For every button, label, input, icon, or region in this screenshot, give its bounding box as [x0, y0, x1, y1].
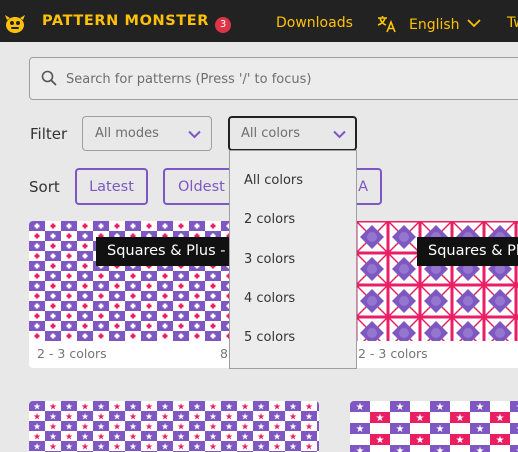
- dropdown-option-5-colors[interactable]: 5 colors: [244, 330, 295, 345]
- search-input[interactable]: [66, 69, 506, 89]
- dropdown-option-4-colors[interactable]: 4 colors: [244, 291, 295, 306]
- card-color-count: 2 - 3 colors: [37, 346, 107, 361]
- filter-label: Filter: [30, 125, 68, 143]
- chevron-down-icon: [188, 130, 201, 139]
- modes-select[interactable]: All modes: [82, 116, 212, 151]
- brand-title[interactable]: PATTERN MONSTER: [42, 13, 209, 29]
- pattern-card[interactable]: ★ ★: [350, 401, 518, 452]
- colors-select-value: All colors: [241, 126, 301, 141]
- modes-select-value: All modes: [95, 126, 159, 141]
- search-bar[interactable]: [29, 57, 518, 100]
- dropdown-option-3-colors[interactable]: 3 colors: [244, 252, 295, 267]
- downloads-link[interactable]: Downloads: [276, 15, 353, 31]
- chevron-down-icon[interactable]: [467, 18, 481, 28]
- colors-dropdown-menu: All colors 2 colors 3 colors 4 colors 5 …: [229, 150, 357, 369]
- translate-icon[interactable]: [377, 15, 397, 33]
- nav-link-truncated[interactable]: Tw: [507, 15, 518, 31]
- chevron-down-icon: [333, 130, 346, 139]
- search-icon: [41, 70, 57, 86]
- notification-badge[interactable]: 3: [215, 17, 231, 33]
- sort-latest-button[interactable]: Latest: [75, 168, 148, 205]
- card-meta-right: 8: [220, 346, 228, 361]
- language-selector[interactable]: English: [409, 17, 460, 33]
- colors-select[interactable]: All colors: [228, 116, 357, 151]
- card-color-count: 2 - 3 colors: [358, 346, 428, 361]
- top-navbar: PATTERN MONSTER 3 Downloads English Tw: [0, 0, 518, 42]
- dropdown-option-2-colors[interactable]: 2 colors: [244, 212, 295, 227]
- pattern-preview[interactable]: ★ ★ ★ ★: [29, 401, 319, 452]
- sort-label: Sort: [29, 178, 60, 196]
- dropdown-option-all-colors[interactable]: All colors: [244, 173, 303, 188]
- monster-logo-icon[interactable]: [4, 14, 26, 34]
- card-title[interactable]: Squares & Pl: [417, 237, 518, 266]
- pattern-card[interactable]: ★ ★ ★ ★: [29, 401, 319, 452]
- pattern-preview[interactable]: ★ ★: [350, 401, 518, 452]
- pattern-card[interactable]: Squares & Pl 2 - 3 colors: [350, 221, 518, 368]
